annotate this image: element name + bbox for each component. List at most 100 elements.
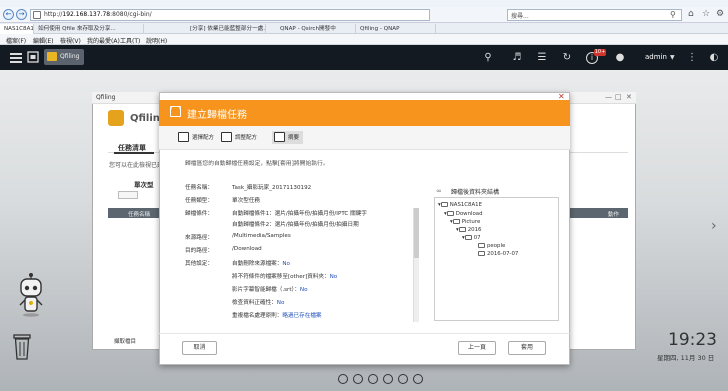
browser-tab-2[interactable]: [分享] 依業已能藍整部分一處... [186,24,266,34]
dialog-intro: 歸檔區您的自動歸檔任務設定，點擊[套用]將開始執行。 [185,161,329,167]
robot-assistant-icon[interactable] [18,273,44,317]
page-icon [33,11,41,19]
browser-tab-3[interactable]: QNAP - Qsirch開發中 [276,24,356,34]
search-placeholder: 搜尋... [511,13,529,20]
dock-icon-6[interactable] [413,374,423,384]
qfiling-taskbar-label: Qfiling [60,53,80,60]
tasks-icon[interactable]: ☰ [536,52,548,64]
browser-title-strip [0,0,728,7]
browser-tab-1[interactable]: 如何使用 Qfile 來存取及分享... [34,24,144,34]
more-options-icon[interactable]: ⋮ [686,52,698,64]
field-label: 歸檔條件： [185,211,213,217]
menu-file[interactable]: 檔案(F) [6,36,26,45]
notification-badge: 10+ [594,49,606,56]
column-task-name: 任務名稱 [128,212,151,218]
cancel-button[interactable]: 取消 [182,341,217,355]
previous-button[interactable]: 上一頁 [458,341,496,355]
tree-node: ▾ Picture [450,219,481,225]
user-icon[interactable]: ● [614,52,626,64]
dock-icon-1[interactable] [338,374,348,384]
field-value: 自動歸檔條件1：選片/拍攝年份/拍攝月份/IPTC 關鍵字 [232,211,367,217]
apply-button[interactable]: 套用 [508,341,546,355]
field-value: 自動歸檔條件2：選片/拍攝年份/拍攝月份/拍攝日期 [232,222,359,228]
menu-favorites[interactable]: 我的最愛(A) [87,36,120,45]
main-menu-icon[interactable] [10,51,22,63]
favorites-star-icon[interactable]: ☆ [702,9,710,19]
browser-tab-0[interactable]: NAS1C8A1E [0,24,34,34]
sync-icon[interactable]: ↻ [561,52,573,64]
field-label: 任務名稱： [185,185,213,191]
search-icon[interactable]: ⚲ [670,10,676,19]
clock-date: 星期四, 11月 30 日 [657,354,715,362]
tree-label: 2016-07-07 [487,251,519,257]
tree-node: 2016-07-07 [478,251,518,257]
column-action: 動作 [608,212,620,218]
username[interactable]: admin [645,53,667,61]
list-icon [178,132,189,142]
tree-label: 07 [473,235,481,241]
dashboard-icon[interactable]: ◐ [708,52,720,64]
glasses-icon: ∞ [436,187,442,195]
trash-icon[interactable] [12,333,32,360]
field-label: 來源路徑： [185,235,213,241]
dialog-title: 建立歸檔任務 [187,110,247,121]
chevron-right-icon[interactable]: › [711,218,717,234]
qfiling-footer-text: 擷取檔目 [114,339,137,345]
dock-icon-4[interactable] [383,374,393,384]
clock-time: 19:23 [668,330,717,350]
setting-label: 影片字幕智能歸檔（.srt）： [232,287,300,293]
setting-value: No [282,261,290,267]
gear-icon[interactable]: ⚙ [716,9,724,19]
dock-icon-3[interactable] [368,374,378,384]
minimize-icon[interactable]: — [605,93,612,101]
search-input[interactable] [507,9,682,21]
sliders-icon [221,132,232,142]
close-icon[interactable]: ✕ [626,93,632,101]
maximize-icon[interactable]: □ [615,93,622,101]
setting-value: No [299,287,308,293]
browser-tab-4[interactable]: Qfiling - QNAP [356,24,436,34]
tree-label: NAS1C8A1E [449,202,483,208]
qfiling-subheading: 單次型 [134,181,154,189]
dock-icon-5[interactable] [398,374,408,384]
setting-value: 略過已存在檔案 [282,313,322,319]
field-label: 目的路徑： [185,248,213,254]
tree-node: ▾ 2016 [456,227,482,233]
chevron-down-icon[interactable]: ▼ [670,54,675,61]
step-adjust-recipe: 調整配方 [219,131,261,144]
setting-label: 重複檔名處理原則： [232,313,283,319]
field-label: 其他設定： [185,261,213,267]
volume-icon[interactable]: ♬ [511,52,523,64]
qfiling-logo [108,110,124,126]
home-icon[interactable]: ⌂ [688,9,694,19]
scrollbar-thumb[interactable] [414,208,419,258]
field-value: Task_攝影玩家_20171130192 [232,185,312,191]
forward-icon[interactable]: → [16,9,27,20]
menu-view[interactable]: 檢視(V) [60,36,81,45]
field-value: 將不符條件的檔案移至[other]資料夾：No [232,272,337,280]
menu-tools[interactable]: 工具(T) [120,36,140,45]
step-label: 調整配方 [235,135,258,141]
step-select-recipe: 選擇配方 [176,131,218,144]
field-value: /Multimedia/Samples [232,233,291,239]
step-label: 選擇配方 [192,135,215,141]
menu-edit[interactable]: 編輯(E) [33,36,53,45]
menu-help[interactable]: 說明(H) [146,36,167,45]
archive-box-icon [170,106,181,117]
dock-icon-2[interactable] [353,374,363,384]
preview-title: 歸檔後資料夾結構 [451,189,500,196]
field-value: 重複檔名處理原則：略過已存在檔案 [232,311,322,319]
back-icon[interactable]: ← [3,9,14,20]
qfiling-small-button[interactable] [118,191,138,199]
setting-value: No [329,274,338,280]
field-value: 影片字幕智能歸檔（.srt）：No [232,285,308,293]
desktop-icon[interactable] [27,50,39,64]
qfiling-window-title: Qfiling [96,94,116,101]
field-value: 單次型任務 [232,198,260,204]
dialog-footer-divider [159,333,570,334]
search-icon[interactable]: ⚲ [482,52,494,64]
tree-label: 2016 [467,227,482,233]
tree-label: people [487,243,506,249]
tree-node: people [478,243,505,249]
step-summary: 摘要 [272,131,304,144]
